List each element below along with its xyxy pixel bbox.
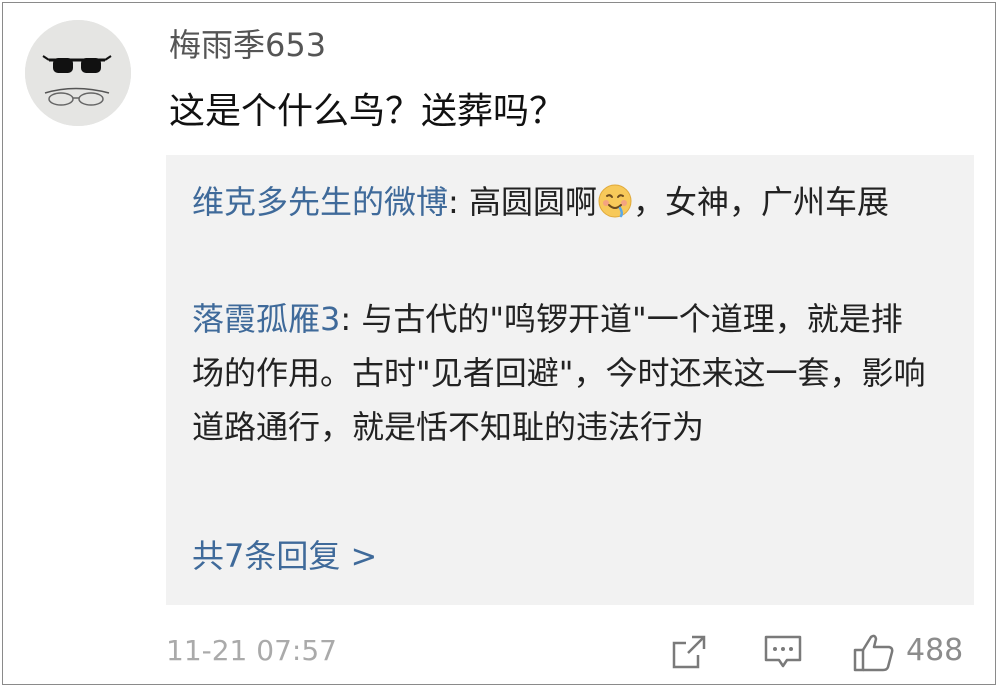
comment-footer: 11-21 07:57 488 xyxy=(0,625,1000,681)
reply-separator: : xyxy=(340,300,362,338)
reply-item[interactable]: 维克多先生的微博: 高圆圆啊 ，女神，广州车展 xyxy=(192,175,932,229)
reply-author[interactable]: 维克多先生的微博 xyxy=(192,183,448,221)
reply-list: 维克多先生的微博: 高圆圆啊 ，女神，广州车展 落霞孤雁3: 与古代的"鸣锣开道… xyxy=(166,155,974,605)
reply-author[interactable]: 落霞孤雁3 xyxy=(192,300,340,338)
more-replies-link[interactable]: 共7条回复 > xyxy=(192,529,377,583)
sunglasses-avatar-image xyxy=(25,20,131,126)
comment-text: 这是个什么鸟？送葬吗？ xyxy=(169,91,566,132)
like-count: 488 xyxy=(906,633,964,668)
share-icon[interactable] xyxy=(670,633,708,671)
reply-item[interactable]: 落霞孤雁3: 与古代的"鸣锣开道"一个道理，就是排场的作用。古时"见者回避"，今… xyxy=(192,292,932,454)
drooling-face-icon xyxy=(597,181,633,218)
avatar[interactable] xyxy=(25,20,131,126)
thumbs-up-icon[interactable] xyxy=(852,633,896,673)
comment-icon[interactable] xyxy=(763,633,803,671)
reply-text: 高圆圆啊 xyxy=(468,183,597,221)
username[interactable]: 梅雨季653 xyxy=(169,25,326,65)
reply-text-continued: ，女神，广州车展 xyxy=(632,183,889,221)
reply-separator: : xyxy=(448,183,469,221)
timestamp: 11-21 07:57 xyxy=(166,634,337,667)
